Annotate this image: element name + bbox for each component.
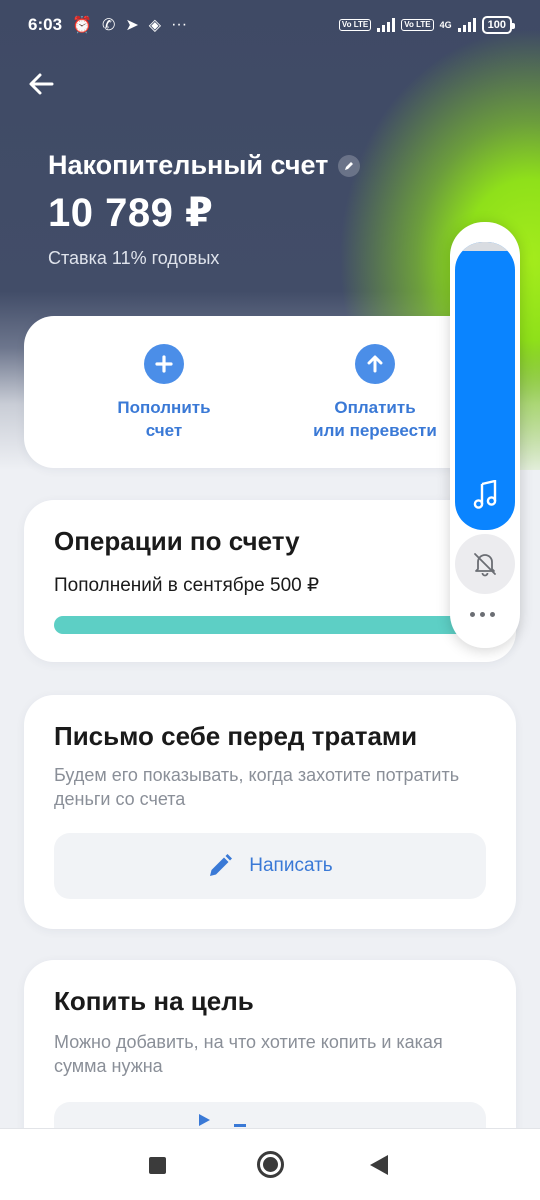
flag-icon xyxy=(199,1114,210,1126)
battery-icon: 100 xyxy=(481,16,516,34)
write-button-label: Написать xyxy=(249,855,333,876)
top-up-label-line1: Пополнить xyxy=(117,398,211,417)
arrow-up-icon xyxy=(355,344,395,384)
status-bar: 6:03 ⏰ ✆ ➤ ◈ ··· Vo LTE Vo LTE 4G 100 xyxy=(0,0,540,50)
letter-card: Письмо себе перед тратами Будем его пока… xyxy=(24,695,516,929)
operations-card[interactable]: Операции по счету Пополнений в сентябре … xyxy=(24,500,516,662)
actions-card: Пополнить счет Оплатить или перевести xyxy=(24,316,516,468)
back-button[interactable] xyxy=(370,1155,388,1175)
signal-icon-2 xyxy=(457,18,476,32)
goal-description: Можно добавить, на что хотите копить и к… xyxy=(54,1032,443,1076)
system-navigation-bar xyxy=(0,1128,540,1200)
home-button[interactable] xyxy=(257,1151,284,1178)
layers-icon: ◈ xyxy=(148,17,162,34)
goal-title: Копить на цель xyxy=(54,986,254,1016)
pencil-icon xyxy=(210,854,233,876)
top-up-label: Пополнить счет xyxy=(54,396,274,442)
interest-rate: Ставка 11% годовых xyxy=(48,248,220,268)
more-options-icon[interactable] xyxy=(470,612,495,617)
volume-panel xyxy=(450,222,520,648)
letter-description: Будем его показывать, когда захотите пот… xyxy=(54,765,460,809)
music-note-icon xyxy=(473,480,497,509)
recent-apps-button[interactable] xyxy=(149,1157,166,1174)
status-time: 6:03 xyxy=(28,15,63,34)
network-type: 4G xyxy=(439,20,452,30)
write-button[interactable]: Написать xyxy=(54,833,486,899)
bell-off-icon xyxy=(474,553,496,577)
edit-pencil-icon[interactable] xyxy=(338,154,361,177)
volume-slider[interactable] xyxy=(455,242,515,530)
volte-icon: Vo LTE xyxy=(338,19,372,31)
volte-icon-2: Vo LTE xyxy=(401,19,434,31)
operations-subtitle: Пополнений в сентябре 500 ₽ xyxy=(54,575,320,596)
letter-title: Письмо себе перед тратами xyxy=(54,721,418,751)
add-goal-label-fragment xyxy=(234,1124,246,1127)
deposits-progress-bar xyxy=(54,616,486,634)
telegram-icon: ➤ xyxy=(125,17,139,34)
mute-bell-button[interactable] xyxy=(455,534,515,594)
volume-slider-empty xyxy=(455,242,515,251)
signal-icon xyxy=(377,18,396,32)
top-up-label-line2: счет xyxy=(145,421,183,440)
account-balance: 10 789 ₽ xyxy=(48,191,214,235)
alarm-icon: ⏰ xyxy=(72,17,92,34)
account-title-text: Накопительный счет xyxy=(48,150,329,180)
operations-title: Операции по счету xyxy=(54,526,300,556)
account-title[interactable]: Накопительный счет xyxy=(48,150,361,181)
plus-icon xyxy=(144,344,184,384)
whatsapp-icon: ✆ xyxy=(101,17,116,34)
back-arrow-icon[interactable] xyxy=(24,66,60,102)
more-notifications-icon: ··· xyxy=(171,16,188,33)
top-up-button[interactable]: Пополнить счет xyxy=(54,344,274,442)
